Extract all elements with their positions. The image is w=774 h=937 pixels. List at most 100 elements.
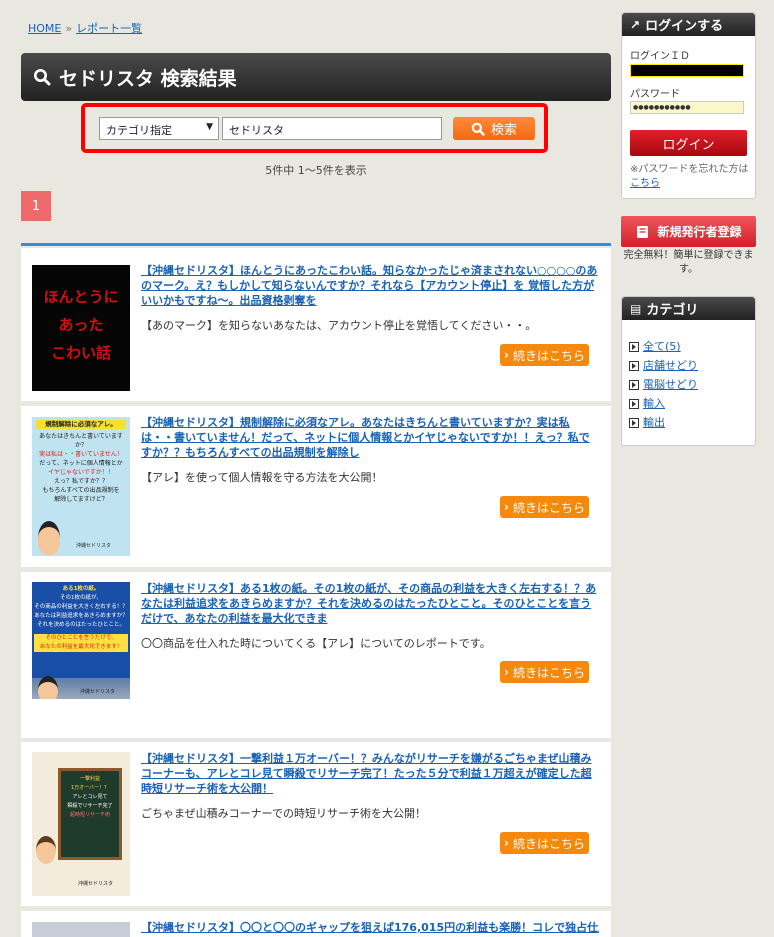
forgot-password-text: ※パスワードを忘れた方は — [630, 164, 749, 175]
read-more-label: 続きはこちら — [512, 500, 585, 515]
thumb-text: 規制解除に必須なアレ。 — [36, 420, 126, 429]
breadcrumb-separator: » — [65, 22, 73, 35]
thumb-text: 実は私は・・書いていません！ — [39, 451, 123, 458]
category-link[interactable]: 全て(5) — [643, 337, 681, 356]
read-more-label: 続きはこちら — [512, 836, 585, 851]
report-description: 【あのマーク】を知らないあなたは、アカウント停止を覚悟してください・・。 — [141, 319, 537, 332]
login-heading-label: ログインする — [645, 19, 724, 34]
report-description: ごちゃまぜ山積みコーナーでの時短リサーチ術を大公開！ — [141, 807, 427, 820]
thumb-text: 1万オーバー！？ — [70, 785, 110, 791]
thumb-text: 瞬殺でリサーチ完了 — [67, 803, 113, 809]
thumb-text: 解除してますけど？ — [54, 496, 108, 503]
forgot-password-link[interactable]: こちら — [630, 178, 660, 189]
caret-square-icon — [629, 360, 639, 371]
chevron-right-icon: › — [504, 665, 509, 679]
report-thumbnail[interactable]: ある1枚の紙。 その1枚の紙が、 その商品の利益を大きく左右する！？ あなたは利… — [32, 582, 130, 699]
report-description: 【アレ】を使って個人情報を守る方法を大公開！ — [141, 471, 383, 484]
breadcrumb-home[interactable]: HOME — [28, 22, 61, 35]
category-heading-label: カテゴリ — [646, 303, 699, 318]
search-icon — [471, 122, 485, 136]
register-button[interactable]: 新規発行者登録 — [621, 216, 756, 247]
search-input[interactable]: セドリスタ — [222, 117, 442, 140]
thumb-text: ある1枚の紙。 — [62, 586, 100, 592]
category-widget: ▤ カテゴリ 全て(5) 店舗せどり 電脳せどり 輸入 輸出 — [621, 296, 756, 446]
category-link[interactable]: 輸入 — [643, 394, 665, 413]
read-more-button[interactable]: › 続きはこちら — [500, 832, 589, 854]
category-item-online: 電脳せどり — [629, 375, 698, 394]
dropdown-arrow-icon: ▼ — [206, 122, 213, 132]
read-more-button[interactable]: › 続きはこちら — [500, 661, 589, 683]
caret-square-icon — [629, 417, 639, 428]
report-title-link[interactable]: 【沖縄セドリスタ】規制解除に必須なアレ。あなたはきちんと書いていますか？実は私は… — [141, 415, 599, 460]
category-item-all: 全て(5) — [629, 337, 698, 356]
list-item: ある1枚の紙。 その1枚の紙が、 その商品の利益を大きく左右する！？ あなたは利… — [21, 572, 611, 738]
thumb-text: アレとコレ見て — [72, 794, 108, 800]
report-thumbnail[interactable]: ほんとうに あった こわい話 — [32, 265, 130, 391]
login-id-label: ログインＩＤ — [630, 51, 690, 62]
read-more-label: 続きはこちら — [512, 348, 585, 363]
chevron-right-icon: › — [504, 836, 509, 850]
report-thumbnail[interactable]: 規制解除に必須なアレ。 あなたはきちんと書いていますか？ 実は私は・・書いていま… — [32, 417, 130, 556]
category-item-import: 輸入 — [629, 394, 698, 413]
avatar — [36, 836, 56, 864]
thumb-text: 沖縄セドリスタ — [76, 543, 112, 549]
category-link[interactable]: 店舗せどり — [643, 356, 698, 375]
avatar — [38, 521, 60, 555]
category-select-value: カテゴリ指定 — [106, 124, 172, 137]
password-label: パスワード — [630, 89, 680, 100]
category-link[interactable]: 電脳せどり — [643, 375, 698, 394]
thumb-text: もちろんすべての出品規制を — [42, 487, 120, 494]
chevron-right-icon: › — [504, 348, 509, 362]
thumb-text: だって、ネットに個人情報とか — [39, 460, 123, 467]
thumb-text: イヤじゃないですか！！ — [48, 469, 114, 476]
category-select[interactable]: カテゴリ指定 ▼ — [99, 117, 219, 140]
thumb-text: えっ？私ですか？？ — [53, 478, 108, 485]
category-item-store: 店舗せどり — [629, 356, 698, 375]
report-title-link[interactable]: 【沖縄セドリスタ】〇〇と〇〇のギャップを狙えば176,015円の利益も楽勝！コレ… — [141, 920, 599, 935]
login-widget: ↗ ログインする ログインＩＤ パスワード ●●●●●●●●●●● ログイン ※パ… — [621, 12, 756, 199]
page-title-bar: セドリスタ 検索結果 — [21, 53, 611, 101]
list-item: ほんとうに あった こわい話 【沖縄セドリスタ】ほんとうにあったこわい話。知らな… — [21, 248, 611, 401]
report-thumbnail[interactable] — [32, 922, 130, 937]
list-item: 一撃利益 1万オーバー！？ アレとコレ見て 瞬殺でリサーチ完了 超時短リサーチ術… — [21, 742, 611, 906]
newspaper-icon: ▤ — [630, 301, 642, 316]
chevron-right-icon: › — [504, 500, 509, 514]
caret-square-icon — [629, 398, 639, 409]
read-more-button[interactable]: › 続きはこちら — [500, 344, 589, 366]
thumb-text: そのひとことを言うだけで、 — [34, 634, 128, 643]
search-icon — [34, 69, 51, 86]
read-more-button[interactable]: › 続きはこちら — [500, 496, 589, 518]
thumb-text: 沖縄セドリスタ — [78, 881, 114, 887]
report-description: 〇〇商品を仕入れた時についてくる【アレ】についてのレポートです。 — [141, 637, 491, 650]
login-id-field[interactable] — [630, 64, 744, 77]
password-field[interactable]: ●●●●●●●●●●● — [630, 101, 744, 114]
report-title-link[interactable]: 【沖縄セドリスタ】ほんとうにあったこわい話。知らなかったじゃ済まされない○○○○… — [141, 263, 599, 308]
read-more-label: 続きはこちら — [512, 665, 585, 680]
search-form: カテゴリ指定 ▼ セドリスタ 検索 — [81, 103, 548, 153]
breadcrumb: HOME » レポート一覧 — [28, 20, 142, 36]
register-note: 完全無料！簡単に登録できます。 — [623, 250, 754, 275]
category-link[interactable]: 輸出 — [643, 413, 665, 432]
avatar — [38, 676, 58, 699]
thumb-text: その1枚の紙が、 — [60, 595, 102, 601]
report-title-link[interactable]: 【沖縄セドリスタ】ある1枚の紙。その1枚の紙が、その商品の利益を大きく左右する！… — [141, 581, 599, 626]
thumb-text: あなたの利益を最大化できます！ — [34, 643, 128, 652]
login-button[interactable]: ログイン — [630, 130, 747, 156]
result-count: 5件中 1〜5件を表示 — [265, 164, 367, 177]
breadcrumb-report-list[interactable]: レポート一覧 — [76, 22, 142, 35]
thumb-text: 超時短リサーチ術 — [69, 812, 110, 818]
thumb-text: それを決めるのはたったひとこと。 — [37, 622, 125, 628]
thumb-text: ほんとうに — [43, 288, 119, 306]
list-item: 規制解除に必須なアレ。 あなたはきちんと書いていますか？ 実は私は・・書いていま… — [21, 406, 611, 567]
list-divider — [21, 243, 611, 246]
forgot-password-note: ※パスワードを忘れた方はこちら — [630, 163, 750, 191]
thumb-blackboard: 一撃利益 1万オーバー！？ アレとコレ見て 瞬殺でリサーチ完了 超時短リサーチ術 — [58, 768, 122, 860]
external-link-icon: ↗ — [630, 17, 641, 32]
search-button[interactable]: 検索 — [453, 117, 535, 140]
thumb-text: こわい話 — [50, 344, 111, 362]
report-title-link[interactable]: 【沖縄セドリスタ】一撃利益１万オーバー！？みんながリサーチを嫌がるごちゃまぜ山積… — [141, 751, 599, 796]
caret-square-icon — [629, 341, 639, 352]
report-thumbnail[interactable]: 一撃利益 1万オーバー！？ アレとコレ見て 瞬殺でリサーチ完了 超時短リサーチ術… — [32, 752, 130, 896]
category-list: 全て(5) 店舗せどり 電脳せどり 輸入 輸出 — [629, 337, 698, 432]
pagination-page-current[interactable]: 1 — [21, 191, 51, 221]
